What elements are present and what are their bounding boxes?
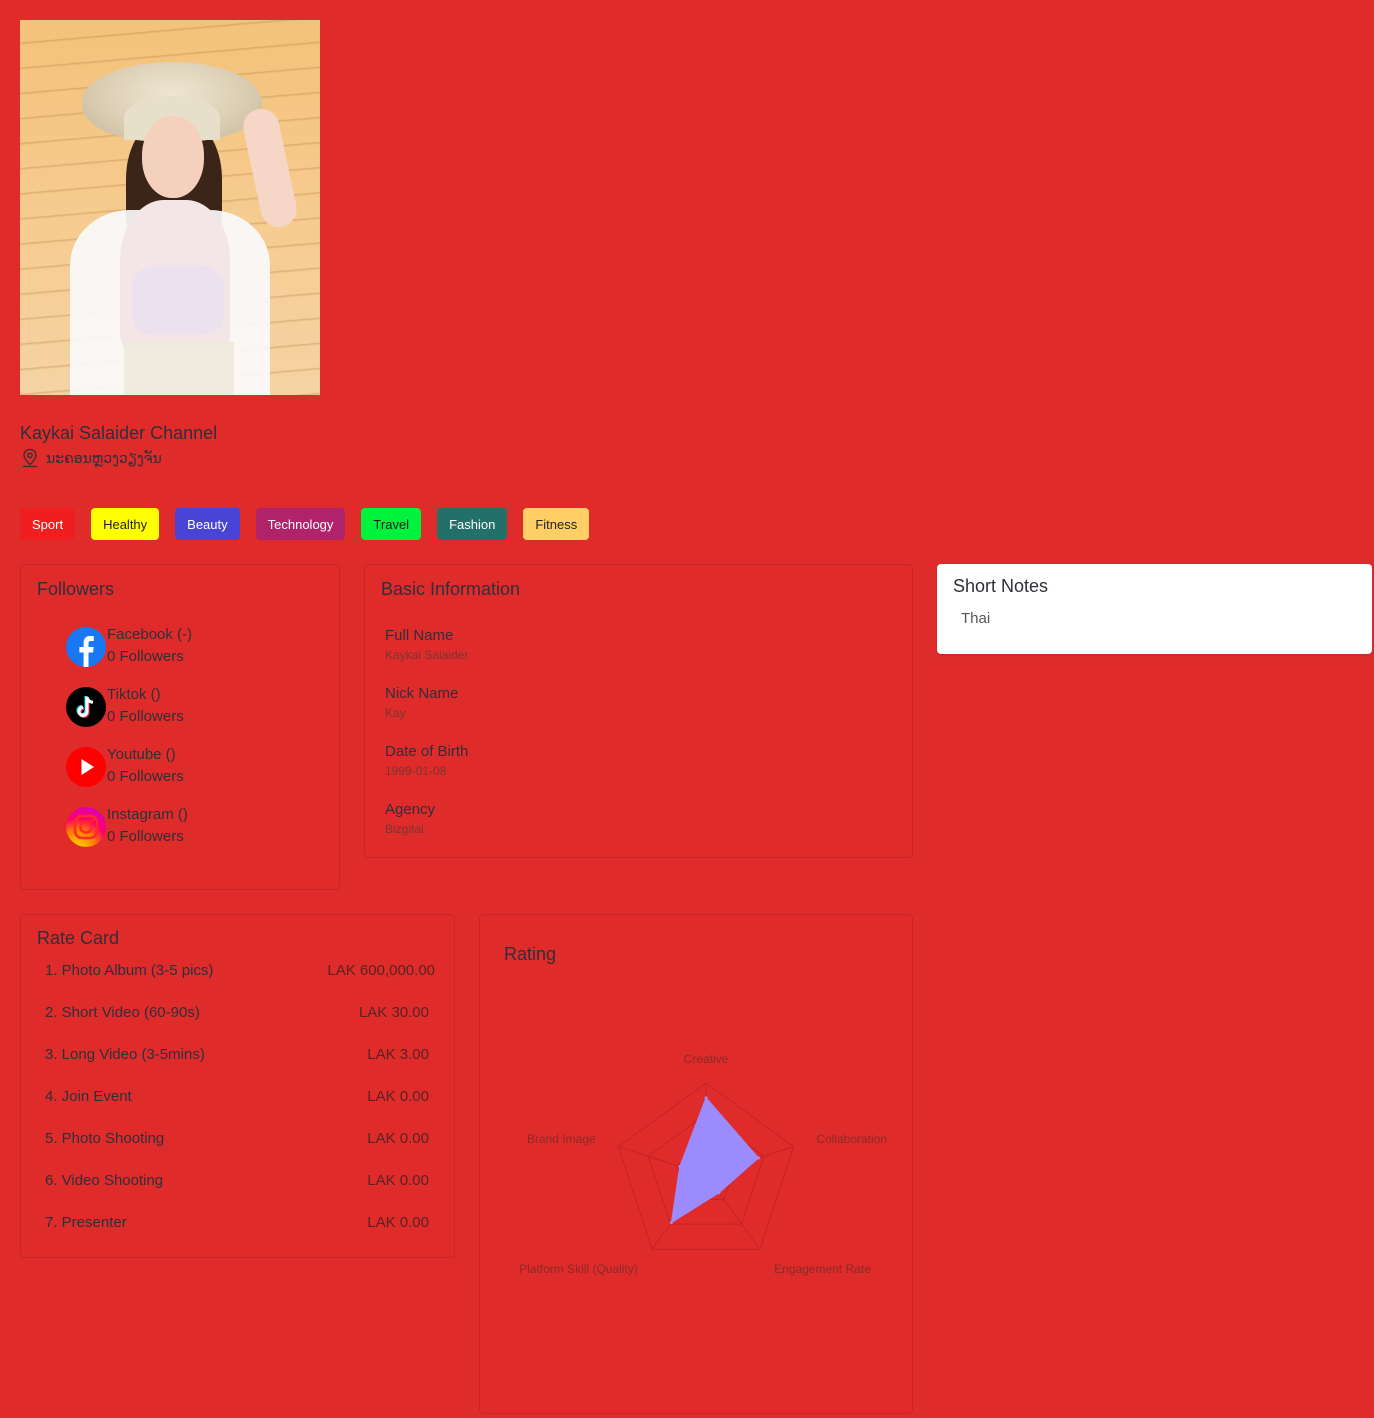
radar-data-area	[670, 1096, 760, 1224]
field-label: Date of Birth	[385, 743, 469, 760]
rate-price: LAK 0.00	[367, 1172, 429, 1189]
followers-card: Followers Facebook (-) 0 Followers Tikto…	[20, 564, 340, 890]
tag-fashion[interactable]: Fashion	[437, 508, 508, 540]
facebook-icon	[66, 627, 106, 667]
radar-point	[717, 1191, 721, 1195]
rate-card: Rate Card 1. Photo Album (3-5 pics) LAK …	[20, 914, 455, 1258]
radar-point	[756, 1156, 760, 1160]
tag-healthy[interactable]: Healthy	[91, 508, 160, 540]
rate-row: 2. Short Video (60-90s) LAK 30.00	[45, 1004, 429, 1021]
radar-axis-label: Creative	[684, 1052, 729, 1066]
social-instagram[interactable]: Instagram () 0 Followers	[65, 806, 188, 848]
radar-point	[704, 1096, 708, 1100]
social-name: Youtube ()	[107, 746, 176, 763]
social-name: Instagram ()	[107, 806, 188, 823]
rate-label: 1. Photo Album (3-5 pics)	[45, 962, 214, 979]
short-notes-title: Short Notes	[953, 576, 1049, 596]
tag-beauty[interactable]: Beauty	[175, 508, 240, 540]
location-text: ນະຄອນຫຼວງວຽງຈັນ	[46, 449, 162, 466]
radar-axis-label: Platform Skill (Quality)	[519, 1262, 638, 1276]
social-count: 0 Followers	[107, 708, 184, 725]
radar-axis-label: Engagement Rate	[774, 1262, 871, 1276]
short-notes-card: Short Notes Thai	[937, 564, 1372, 654]
social-name: Facebook (-)	[107, 626, 193, 643]
social-facebook[interactable]: Facebook (-) 0 Followers	[65, 626, 192, 668]
social-count: 0 Followers	[107, 828, 184, 845]
social-name: Tiktok ()	[107, 686, 161, 703]
instagram-icon	[66, 807, 106, 847]
rate-price: LAK 0.00	[367, 1214, 429, 1231]
social-youtube[interactable]: Youtube () 0 Followers	[65, 746, 184, 788]
rate-label: 3. Long Video (3-5mins)	[45, 1046, 205, 1063]
rate-row: 7. Presenter LAK 0.00	[45, 1214, 429, 1231]
field-label: Agency	[385, 801, 436, 818]
rate-row: 3. Long Video (3-5mins) LAK 3.00	[45, 1046, 429, 1063]
tag-sport[interactable]: Sport	[20, 508, 76, 540]
rate-price: LAK 600,000.00	[327, 962, 435, 979]
rate-label: 2. Short Video (60-90s)	[45, 1004, 200, 1021]
field-label: Nick Name	[385, 685, 459, 702]
followers-title: Followers	[37, 579, 115, 599]
tag-fitness[interactable]: Fitness	[523, 508, 590, 540]
field-value: Bizgital	[385, 822, 424, 836]
field-value: 1999-01-08	[385, 764, 447, 778]
rate-row: 5. Photo Shooting LAK 0.00	[45, 1130, 429, 1147]
rate-row: 1. Photo Album (3-5 pics) LAK 600,000.00	[45, 962, 435, 979]
rate-price: LAK 0.00	[367, 1130, 429, 1147]
rate-price: LAK 30.00	[358, 1004, 429, 1021]
radar-axis-label: Collaboration	[816, 1132, 887, 1146]
profile-photo	[20, 20, 320, 395]
field-date-of-birth: Date of Birth 1999-01-08	[385, 743, 468, 778]
rate-label: 7. Presenter	[45, 1214, 127, 1231]
rate-row: 6. Video Shooting LAK 0.00	[45, 1172, 429, 1189]
social-count: 0 Followers	[107, 768, 184, 785]
short-notes-text: Thai	[961, 610, 991, 627]
tiktok-icon	[66, 687, 106, 727]
radar-axis-label: Brand Image	[527, 1132, 596, 1146]
rate-card-title: Rate Card	[37, 928, 120, 948]
category-tags: Sport Healthy Beauty Technology Travel F…	[20, 508, 590, 540]
rating-card: Rating Creative Collaboration Engagement R…	[479, 914, 913, 1414]
basic-info-title: Basic Information	[381, 579, 521, 599]
field-full-name: Full Name Kaykai Salaider	[385, 627, 468, 662]
location: ນະຄອນຫຼວງວຽງຈັນ	[20, 448, 162, 468]
rating-radar-chart: Creative Collaboration Engagement Rate Plat…	[519, 1052, 887, 1276]
field-value: Kaykai Salaider	[385, 648, 469, 662]
channel-name: Kaykai Salaider Channel	[20, 423, 218, 443]
radar-point	[669, 1221, 673, 1225]
field-nick-name: Nick Name Kay	[385, 685, 458, 720]
field-label: Full Name	[385, 627, 454, 644]
rate-row: 4. Join Event LAK 0.00	[45, 1088, 429, 1105]
map-pin-icon	[23, 448, 37, 468]
tag-travel[interactable]: Travel	[361, 508, 422, 540]
radar-point	[678, 1164, 682, 1168]
youtube-icon	[66, 747, 106, 787]
rate-label: 6. Video Shooting	[45, 1172, 164, 1189]
rate-label: 5. Photo Shooting	[45, 1130, 165, 1147]
basic-info-card: Basic Information Full Name Kaykai Salai…	[364, 564, 913, 858]
rate-label: 4. Join Event	[45, 1088, 132, 1105]
field-value: Kay	[385, 706, 406, 720]
social-count: 0 Followers	[107, 648, 184, 665]
social-tiktok[interactable]: Tiktok () 0 Followers	[65, 686, 184, 728]
tag-technology[interactable]: Technology	[255, 508, 346, 540]
rate-price: LAK 0.00	[367, 1088, 429, 1105]
rate-price: LAK 3.00	[367, 1046, 429, 1063]
field-agency: Agency Bizgital	[385, 801, 435, 836]
